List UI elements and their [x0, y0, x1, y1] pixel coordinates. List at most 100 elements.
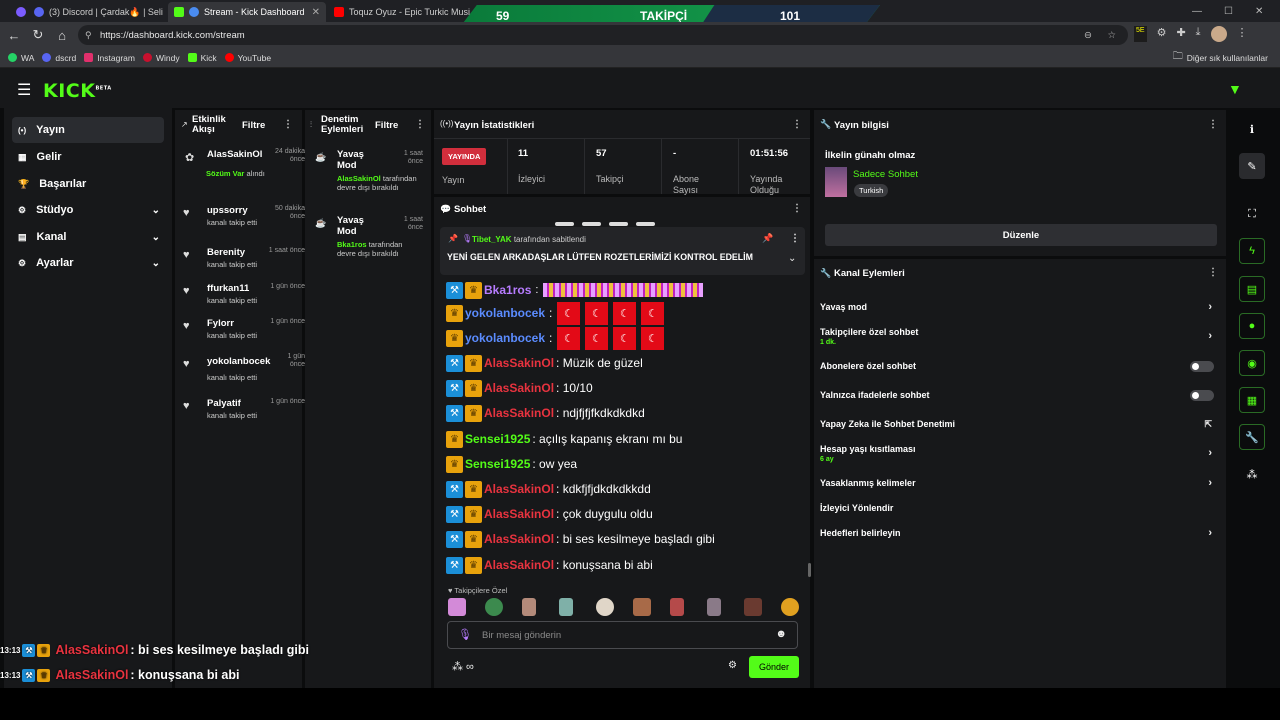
toggle-switch[interactable] [1190, 360, 1214, 372]
chevron-down-icon[interactable]: ⌄ [152, 258, 160, 269]
chevron-right-icon[interactable]: › [1208, 301, 1212, 313]
tab-discord[interactable]: (3) Discord | Çardak🔥 | Seli ✕ [28, 2, 166, 22]
close-window-icon[interactable]: ✕ [1255, 6, 1263, 17]
action-hesap-yasi[interactable]: Hesap yaşı kısıtlaması 6 ay › [820, 442, 1220, 464]
bookmark-dscrd[interactable]: dscrd [42, 53, 76, 63]
action-ifadelerle-sohbet[interactable]: Yalnızca ifadelerle sohbet [820, 388, 1220, 402]
emoji-icon[interactable]: ☻ [775, 628, 787, 640]
sidebar-item-basarilar[interactable]: 🏆 Başarılar [12, 171, 164, 197]
sidebar-item-studyo[interactable]: ⚙ Stüdyo ⌄ [12, 197, 164, 223]
action-takipcilere-ozel[interactable]: Takipçilere özel sohbet 1 dk. › [820, 325, 1220, 347]
chevron-right-icon[interactable]: › [1208, 527, 1212, 539]
emote-icon[interactable] [670, 598, 684, 616]
points-icon[interactable]: ⁂ ∞ [452, 660, 474, 673]
emote-icon[interactable] [522, 598, 536, 616]
sidebar-item-kanal[interactable]: ▤ Kanal ⌄ [12, 224, 164, 250]
chat-username[interactable]: yokolanbocek [465, 306, 545, 320]
chat-username[interactable]: Sensei1925 [465, 457, 530, 471]
close-tab-icon[interactable]: ✕ [312, 7, 320, 18]
chat-bubble-icon[interactable]: ● [1239, 313, 1265, 339]
wrench-icon[interactable]: 🔧 [1239, 424, 1265, 450]
moderation-user[interactable]: AlasSakinOl [337, 174, 381, 183]
home-icon[interactable]: ⌂ [50, 28, 74, 43]
chat-username[interactable]: AlasSakinOl [484, 406, 554, 420]
chevron-down-icon[interactable]: ⌄ [788, 253, 796, 264]
kick-k-icon[interactable]: ▼ [1228, 81, 1242, 97]
chat-username[interactable]: AlasSakinOl [484, 356, 554, 370]
reload-icon[interactable]: ↻ [26, 27, 50, 43]
avatar[interactable] [1210, 26, 1227, 42]
action-yavas-mod[interactable]: Yavaş mod › [820, 300, 1220, 314]
emote-icon[interactable] [485, 598, 503, 616]
hamburger-icon[interactable]: ☰ [17, 80, 31, 100]
more-icon[interactable]: ⁂ [1239, 461, 1265, 487]
emote-icon[interactable] [781, 598, 799, 616]
lightning-icon[interactable]: ϟ [1239, 238, 1265, 264]
sidebar-item-yayin[interactable]: (•) Yayın [12, 117, 164, 143]
bookmark-youtube[interactable]: YouTube [224, 53, 271, 63]
layout-icon[interactable]: ▦ [1239, 387, 1265, 413]
bookmark-windy[interactable]: Windy [142, 53, 180, 63]
pinned-menu-icon[interactable]: ⋮ [790, 233, 800, 244]
chevron-right-icon[interactable]: › [1208, 330, 1212, 342]
stats-menu-icon[interactable]: ⋮ [792, 119, 802, 130]
fullscreen-icon[interactable]: ⛶ [1239, 201, 1265, 227]
action-izleyici-yonlendir[interactable]: İzleyici Yönlendir [820, 501, 1220, 515]
chat-username[interactable]: Sensei1925 [465, 432, 530, 446]
action-abonelere-ozel[interactable]: Abonelere özel sohbet [820, 359, 1220, 373]
activity-filter-button[interactable]: Filtre [242, 120, 265, 131]
chevron-down-icon[interactable]: ⌄ [152, 205, 160, 216]
chevron-right-icon[interactable]: › [1208, 477, 1212, 489]
moderation-filter-button[interactable]: Filtre [375, 120, 398, 131]
menu-dots-icon[interactable]: ⋮ [1237, 26, 1248, 42]
chat-username[interactable]: AlasSakinOl [484, 507, 554, 521]
emote-icon[interactable] [559, 598, 573, 616]
broadcast-icon[interactable]: ◉ [1239, 350, 1265, 376]
chat-menu-icon[interactable]: ⋮ [792, 203, 802, 214]
moderation-user[interactable]: Bka1ros [337, 240, 367, 249]
bookmark-star-icon[interactable]: ☆ [1107, 30, 1116, 41]
url-field[interactable]: ⚲ https://dashboard.kick.com/stream ⊖ ☆ [78, 25, 1128, 45]
action-yasakli-kelimeler[interactable]: Yasaklanmış kelimeler › [820, 476, 1220, 490]
back-icon[interactable]: ← [2, 28, 26, 43]
chat-username[interactable]: AlasSakinOl [484, 558, 554, 572]
sidebar-item-ayarlar[interactable]: ⚙ Ayarlar ⌄ [12, 250, 164, 276]
chat-settings-icon[interactable]: ⚙ [728, 660, 737, 671]
extension-icon[interactable]: 5E [1134, 26, 1147, 42]
activity-menu-icon[interactable]: ⋮ [283, 119, 293, 130]
minimize-icon[interactable]: — [1192, 6, 1202, 17]
chat-username[interactable]: AlasSakinOl [484, 482, 554, 496]
unpin-icon[interactable]: 📌 [762, 233, 773, 244]
pinned-by-user[interactable]: Tibet_YAK [472, 235, 512, 244]
chat-input[interactable]: 🎙 Bir mesaj gönderin ☻ [447, 621, 798, 649]
emote-icon[interactable] [596, 598, 614, 616]
channel-actions-menu-icon[interactable]: ⋮ [1208, 267, 1218, 278]
chat-scrollbar[interactable] [808, 563, 811, 577]
bookmark-instagram[interactable]: Instagram [84, 53, 135, 63]
stream-info-menu-icon[interactable]: ⋮ [1208, 119, 1218, 130]
extension-icon[interactable]: ⚙ [1157, 26, 1167, 42]
chat-username[interactable]: AlasSakinOl [484, 381, 554, 395]
chat-username[interactable]: yokolanbocek [465, 331, 545, 345]
moderation-menu-icon[interactable]: ⋮ [415, 119, 425, 130]
bookmark-wa[interactable]: WA [8, 53, 34, 63]
translate-icon[interactable]: ⊖ [1084, 30, 1092, 41]
edit-icon[interactable]: ✎ [1239, 153, 1265, 179]
chevron-down-icon[interactable]: ⌄ [152, 232, 160, 243]
emote-icon[interactable] [707, 598, 721, 616]
edit-button[interactable]: Düzenle [825, 224, 1217, 246]
action-yapay-zeka[interactable]: Yapay Zeka ile Sohbet Denetimi ⇱ [820, 417, 1220, 431]
category-link[interactable]: Sadece Sohbet [853, 169, 918, 180]
category-thumbnail[interactable] [825, 167, 847, 197]
send-button[interactable]: Gönder [749, 656, 799, 678]
emote-icon[interactable] [744, 598, 762, 616]
notes-icon[interactable]: ▤ [1239, 276, 1265, 302]
bookmark-kick[interactable]: Kick [187, 53, 217, 63]
tab-youtube[interactable]: Toquz Oyuz - Epic Turkic Music [328, 2, 470, 22]
toggle-switch[interactable] [1190, 389, 1214, 401]
info-icon[interactable]: ℹ [1239, 116, 1265, 142]
site-info-icon[interactable]: ⚲ [85, 30, 92, 41]
chat-username[interactable]: AlasSakinOl [484, 532, 554, 546]
maximize-icon[interactable]: ☐ [1224, 6, 1233, 17]
emote-icon[interactable] [448, 598, 466, 616]
